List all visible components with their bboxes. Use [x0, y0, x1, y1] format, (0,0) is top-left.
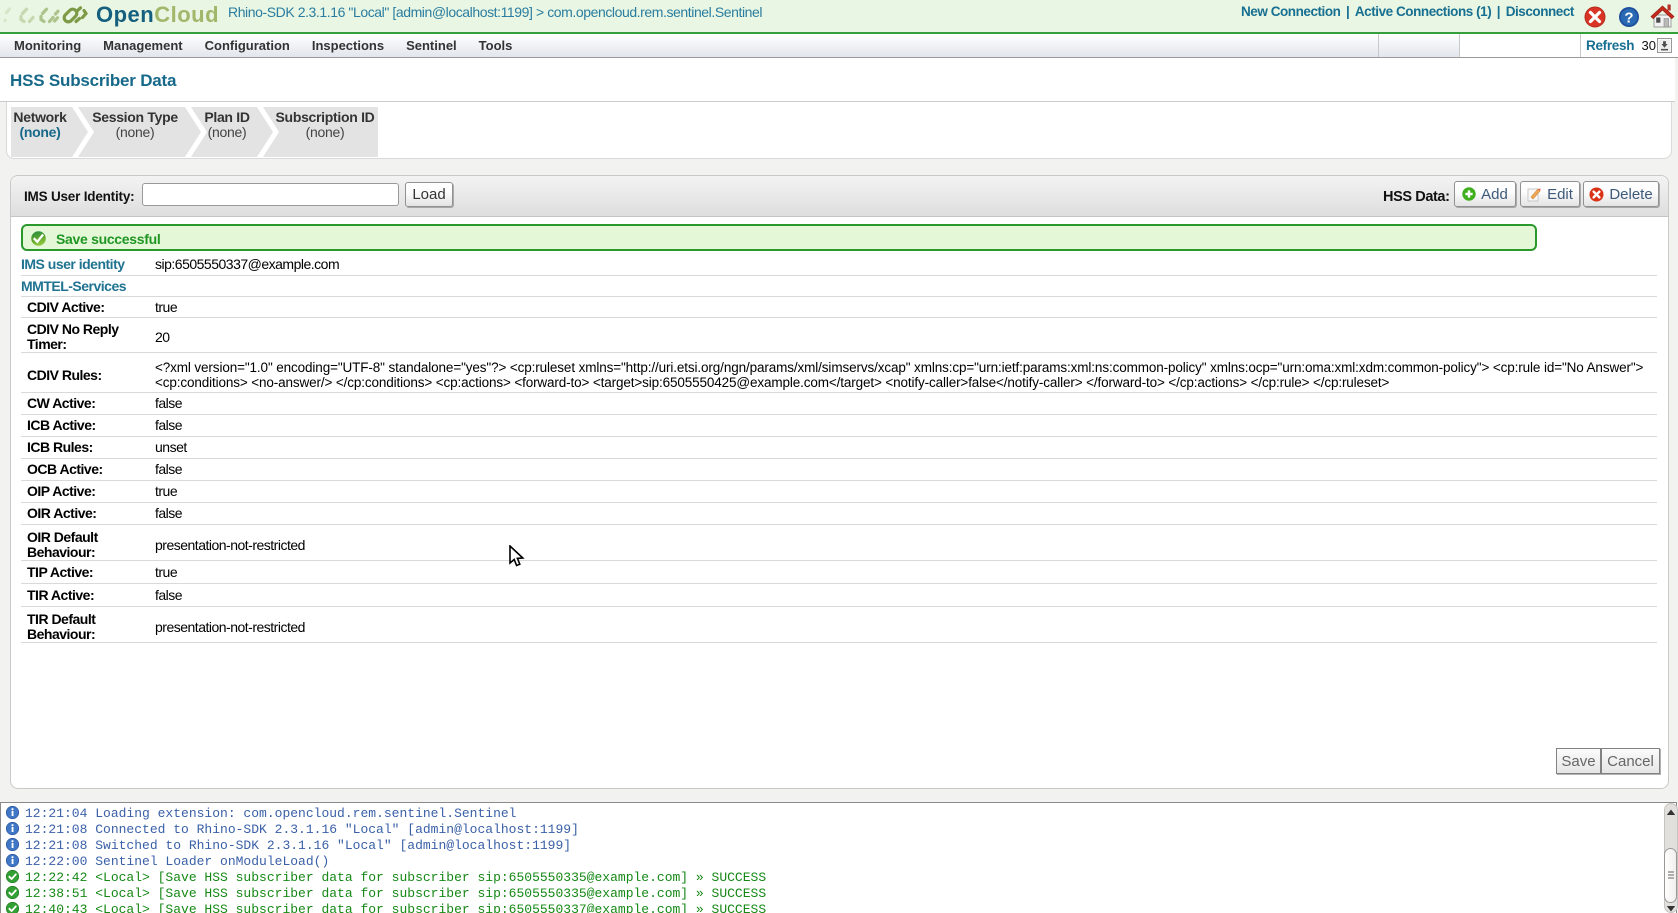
svg-text:?: ?: [1624, 10, 1633, 27]
